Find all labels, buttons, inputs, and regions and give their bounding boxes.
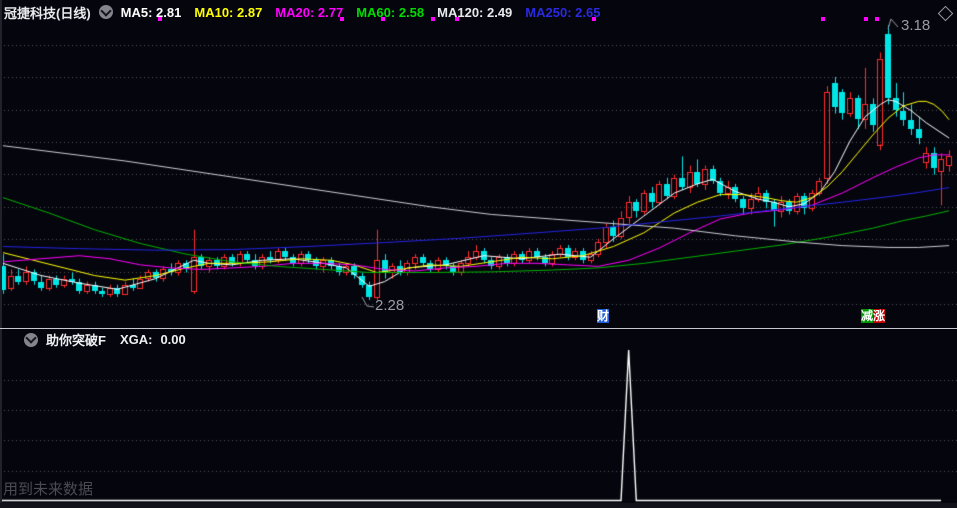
signal-dot <box>340 17 344 21</box>
chart-canvas[interactable] <box>0 0 957 508</box>
signal-dot <box>455 17 459 21</box>
chevron-down-circle-icon[interactable] <box>98 4 113 19</box>
signal-dot <box>821 17 825 21</box>
ma-label-MA250: MA250: 2.65 <box>525 4 601 20</box>
chevron-glyph <box>100 4 112 17</box>
main-chart-header: 冠捷科技(日线) MA5: 2.81 MA10: 2.87 MA20: 2.77 MA… <box>4 3 600 21</box>
stock-chart-window: 冠捷科技(日线) MA5: 2.81 MA10: 2.87 MA20: 2.77 MA… <box>0 0 957 508</box>
ma-label-MA5: MA5: 2.81 <box>120 4 182 20</box>
signal-dot <box>875 17 879 21</box>
signal-dot <box>158 17 162 21</box>
stock-name-period: 冠捷科技(日线) <box>4 5 91 21</box>
signal-dot <box>431 17 435 21</box>
ma-legend: MA5: 2.81 MA10: 2.87 MA20: 2.77 MA60: 2.58 M… <box>121 5 601 20</box>
high-price-label: 3.18 <box>901 17 931 34</box>
left-edge-border <box>0 0 2 508</box>
signal-dot <box>864 17 868 21</box>
panel-separator <box>0 328 957 329</box>
event-badge-涨[interactable]: 涨 <box>873 309 886 323</box>
future-data-watermark: 用到未来数据 <box>3 481 94 498</box>
indicator-title: 助你突破F <box>46 333 106 348</box>
bottom-window-edge <box>0 503 957 508</box>
ma-label-MA120: MA120: 2.49 <box>437 4 513 20</box>
indicator-panel-header: 助你突破F XGA: 0.00 <box>24 331 186 348</box>
ma-label-MA20: MA20: 2.77 <box>275 4 344 20</box>
indicator-label: XGA: <box>119 332 153 347</box>
event-badge-财[interactable]: 财 <box>597 309 610 323</box>
chevron-glyph <box>25 332 37 344</box>
indicator-value: 0.00 <box>160 332 186 347</box>
chevron-down-circle-icon[interactable] <box>24 332 38 347</box>
ma-label-MA60: MA60: 2.58 <box>356 4 425 20</box>
event-badge-减[interactable]: 减 <box>861 309 874 323</box>
ma-label-MA10: MA10: 2.87 <box>194 4 263 20</box>
signal-dot <box>381 17 385 21</box>
signal-dot <box>592 17 596 21</box>
low-price-label: 2.28 <box>375 297 405 314</box>
